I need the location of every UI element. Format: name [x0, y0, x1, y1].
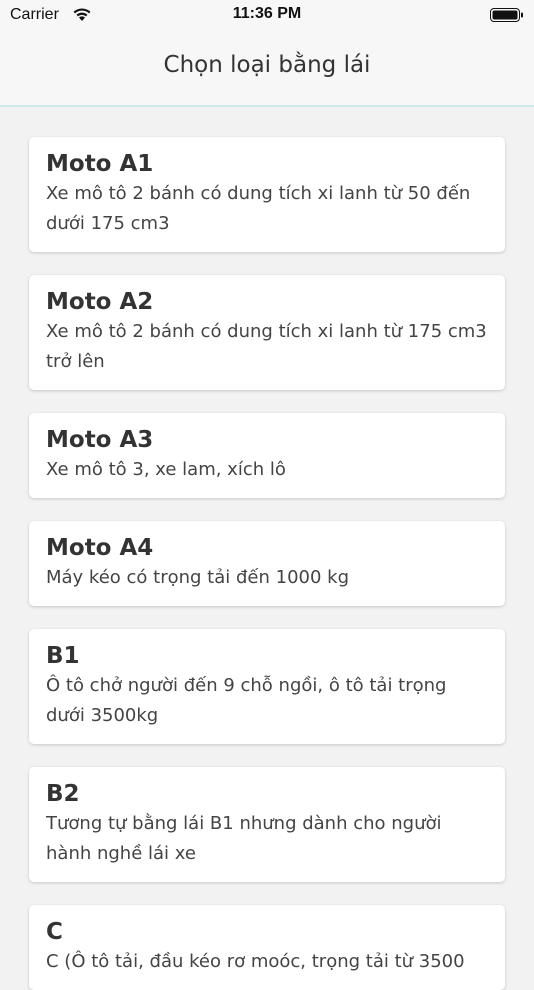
license-card[interactable]: B1 Ô tô chở người đến 9 chỗ ngồi, ô tô t… — [29, 629, 505, 744]
license-list: Moto A1 Xe mô tô 2 bánh có dung tích xi … — [0, 107, 534, 990]
license-description: Xe mô tô 3, xe lam, xích lô — [46, 459, 286, 480]
license-description: Ô tô chở người đến 9 chỗ ngồi, ô tô tải … — [46, 675, 447, 726]
license-title: Moto A3 — [46, 427, 154, 453]
license-title: B2 — [46, 781, 80, 807]
license-description: Xe mô tô 2 bánh có dung tích xi lanh từ … — [46, 183, 471, 234]
battery-icon — [490, 8, 523, 22]
license-card[interactable]: Moto A2 Xe mô tô 2 bánh có dung tích xi … — [29, 275, 505, 390]
page-title: Chọn loại bằng lái — [163, 52, 371, 78]
license-description: Tương tự bằng lái B1 nhưng dành cho ngườ… — [46, 813, 442, 864]
license-title: Moto A4 — [46, 535, 154, 561]
license-description: Xe mô tô 2 bánh có dung tích xi lanh từ … — [46, 321, 487, 372]
license-title: Moto A2 — [46, 289, 154, 315]
license-card[interactable]: C C (Ô tô tải, đầu kéo rơ moóc, trọng tả… — [29, 905, 505, 990]
navigation-bar: Chọn loại bằng lái — [0, 30, 534, 107]
license-card[interactable]: Moto A3 Xe mô tô 3, xe lam, xích lô — [29, 413, 505, 498]
license-card[interactable]: Moto A1 Xe mô tô 2 bánh có dung tích xi … — [29, 137, 505, 252]
license-card[interactable]: B2 Tương tự bằng lái B1 nhưng dành cho n… — [29, 767, 505, 882]
license-card[interactable]: Moto A4 Máy kéo có trọng tải đến 1000 kg — [29, 521, 505, 606]
license-title: B1 — [46, 643, 80, 669]
license-description: C (Ô tô tải, đầu kéo rơ moóc, trọng tải … — [46, 951, 465, 972]
license-title: C — [46, 919, 63, 945]
status-bar: Carrier 11:36 PM — [0, 0, 534, 30]
license-title: Moto A1 — [46, 151, 154, 177]
clock: 11:36 PM — [232, 5, 302, 22]
license-description: Máy kéo có trọng tải đến 1000 kg — [46, 567, 350, 588]
